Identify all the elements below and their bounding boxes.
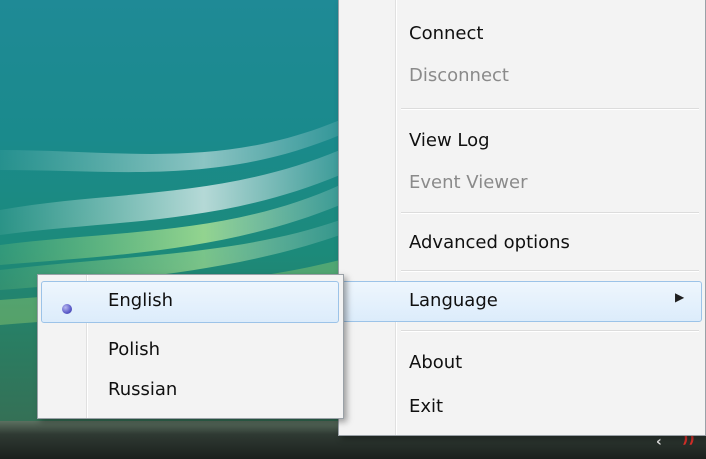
menu-separator: [401, 108, 699, 109]
chevron-left-icon[interactable]: ‹: [656, 434, 662, 450]
language-option-russian[interactable]: Russian: [108, 373, 177, 407]
language-option-polish[interactable]: Polish: [108, 333, 160, 367]
radio-selected-icon: [62, 304, 72, 314]
language-submenu: English Polish Russian: [37, 274, 344, 419]
menu-gutter: [395, 0, 396, 435]
menu-item-language[interactable]: Language: [409, 284, 498, 318]
menu-separator: [401, 330, 699, 331]
submenu-arrow-icon: ▶: [675, 290, 685, 304]
menu-item-advanced-options[interactable]: Advanced options: [409, 226, 570, 260]
menu-item-view-log[interactable]: View Log: [409, 124, 490, 158]
tray-context-menu: Connect Disconnect View Log Event Viewer…: [338, 0, 706, 436]
menu-item-exit[interactable]: Exit: [409, 390, 443, 424]
menu-separator: [401, 270, 699, 271]
menu-item-language-highlight[interactable]: [342, 281, 702, 322]
menu-item-disconnect[interactable]: Disconnect: [409, 59, 509, 93]
language-option-english[interactable]: English: [108, 284, 173, 318]
menu-item-about[interactable]: About: [409, 346, 462, 380]
language-english-highlight[interactable]: [41, 281, 339, 323]
menu-item-connect[interactable]: Connect: [409, 17, 483, 51]
menu-separator: [401, 212, 699, 213]
menu-item-event-viewer[interactable]: Event Viewer: [409, 166, 527, 200]
